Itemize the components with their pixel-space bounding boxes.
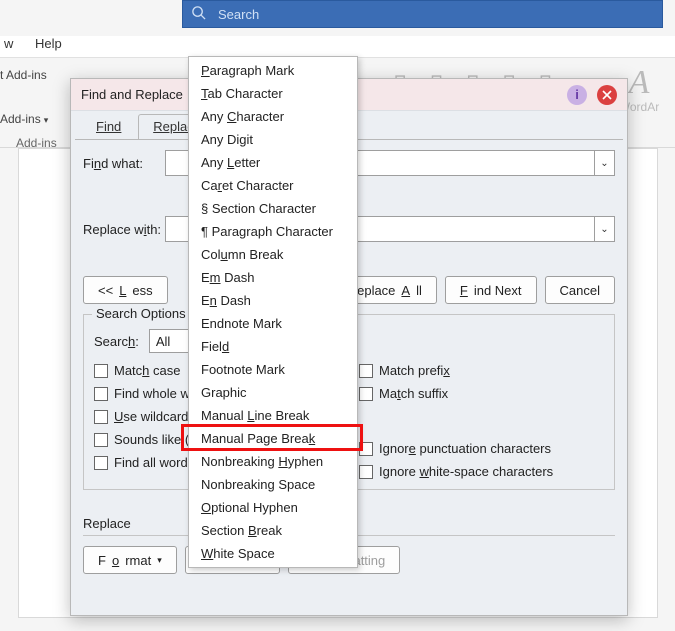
replace-with-label: Replace with: <box>83 222 165 237</box>
menu-item-section-character[interactable]: § Section Character <box>189 197 357 220</box>
menu-item-endnote-mark[interactable]: Endnote Mark <box>189 312 357 335</box>
tab-find[interactable]: Find <box>81 114 136 139</box>
menu-item-caret-character[interactable]: Caret Character <box>189 174 357 197</box>
menu-item-tab-character[interactable]: Tab Character <box>189 82 357 105</box>
search-direction-label: Search: <box>94 334 139 349</box>
format-button[interactable]: Format ▾ <box>83 546 177 574</box>
get-addins-button[interactable]: t Add-ins <box>0 68 47 82</box>
cancel-button[interactable]: Cancel <box>545 276 615 304</box>
app-search-bar[interactable] <box>182 0 663 28</box>
my-addins-button[interactable]: Add-ins▾ <box>0 112 48 126</box>
menu-item-nonbreaking-hyphen[interactable]: Nonbreaking Hyphen <box>189 450 357 473</box>
menu-item-any-character[interactable]: Any Character <box>189 105 357 128</box>
special-characters-menu: Paragraph MarkTab CharacterAny Character… <box>188 56 358 568</box>
search-input[interactable] <box>216 6 654 23</box>
menu-item-paragraph-mark[interactable]: Paragraph Mark <box>189 59 357 82</box>
menu-item-em-dash[interactable]: Em Dash <box>189 266 357 289</box>
menu-item-nonbreaking-space[interactable]: Nonbreaking Space <box>189 473 357 496</box>
find-next-button[interactable]: Find Next <box>445 276 537 304</box>
search-options-label: Search Options <box>92 306 190 321</box>
search-icon <box>191 3 206 25</box>
menu-item-graphic[interactable]: Graphic <box>189 381 357 404</box>
ribbon-tab-fragment[interactable]: w <box>4 36 13 51</box>
menu-item-white-space[interactable]: White Space <box>189 542 357 565</box>
menu-item-en-dash[interactable]: En Dash <box>189 289 357 312</box>
menu-item-paragraph-character[interactable]: ¶ Paragraph Character <box>189 220 357 243</box>
match-prefix-checkbox[interactable]: Match prefix <box>359 363 604 378</box>
match-suffix-checkbox[interactable]: Match suffix <box>359 386 604 401</box>
ignore-whitespace-checkbox[interactable]: Ignore white-space characters <box>359 464 604 479</box>
ribbon-tab-help[interactable]: Help <box>35 36 62 51</box>
menu-item-optional-hyphen[interactable]: Optional Hyphen <box>189 496 357 519</box>
ribbon-tabs: w Help <box>0 36 675 58</box>
menu-item-column-break[interactable]: Column Break <box>189 243 357 266</box>
chevron-down-icon[interactable]: ⌄ <box>594 151 614 175</box>
chevron-down-icon[interactable]: ⌄ <box>594 217 614 241</box>
menu-item-footnote-mark[interactable]: Footnote Mark <box>189 358 357 381</box>
ignore-punctuation-checkbox[interactable]: Ignore punctuation characters <box>359 441 604 456</box>
close-button[interactable] <box>597 85 617 105</box>
menu-item-any-letter[interactable]: Any Letter <box>189 151 357 174</box>
options-right-column: Match prefix Match suffix Ignore punctua… <box>339 363 604 479</box>
menu-item-section-break[interactable]: Section Break <box>189 519 357 542</box>
find-what-label: Find what: <box>83 156 165 171</box>
menu-item-manual-page-break[interactable]: Manual Page Break <box>189 427 357 450</box>
menu-item-any-digit[interactable]: Any Digit <box>189 128 357 151</box>
menu-item-field[interactable]: Field <box>189 335 357 358</box>
menu-item-manual-line-break[interactable]: Manual Line Break <box>189 404 357 427</box>
help-button[interactable]: i <box>567 85 587 105</box>
less-button[interactable]: << Less <box>83 276 168 304</box>
